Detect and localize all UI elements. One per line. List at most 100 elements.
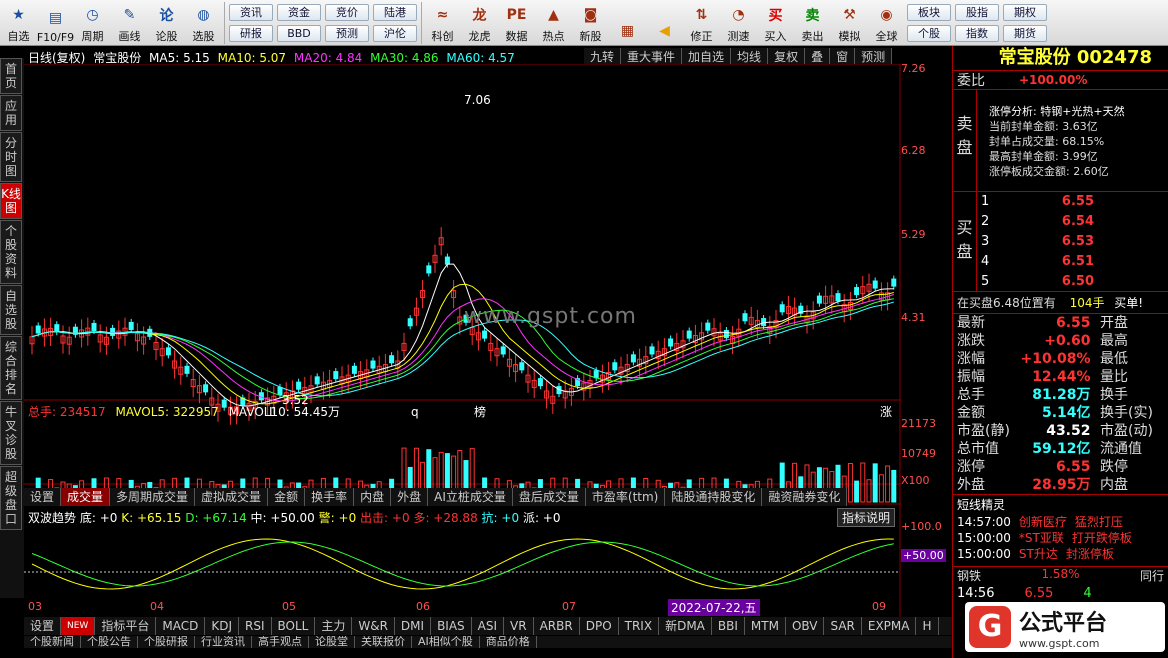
- indicator-tab[interactable]: 主力: [315, 617, 353, 635]
- indicator-tab[interactable]: 指标平台: [95, 617, 157, 635]
- sidebar-item[interactable]: 综合排名: [0, 336, 22, 400]
- indicator-tab[interactable]: ASI: [472, 617, 505, 635]
- volume-tab[interactable]: 内盘: [354, 488, 392, 506]
- toolbar-star-button[interactable]: ★ 自选: [0, 0, 37, 46]
- toolbar-grid-button[interactable]: ▦: [609, 0, 646, 46]
- buy-row[interactable]: 2 6.54: [977, 212, 1168, 232]
- indicator-tab[interactable]: W&R: [352, 617, 395, 635]
- info-tab[interactable]: 商品价格: [480, 636, 537, 648]
- indicator-tab[interactable]: DMI: [395, 617, 432, 635]
- sidebar-item[interactable]: 牛叉诊股: [0, 401, 22, 465]
- volume-tab[interactable]: 市盈率(ttm): [586, 488, 666, 506]
- pen-icon: ✎: [123, 7, 136, 23]
- indicator-tab[interactable]: MTM: [745, 617, 786, 635]
- toolbar-clock-button[interactable]: ◷ 周期: [74, 0, 111, 46]
- toolbar-small-button[interactable]: 个股: [907, 24, 951, 42]
- toolbar-small-button[interactable]: 期权: [1003, 3, 1047, 21]
- kline-chart[interactable]: 7.063.52q 榜涨L: [24, 64, 901, 624]
- volume-tab[interactable]: AI立桩成交量: [428, 488, 513, 506]
- news-item[interactable]: 14:57:00 创新医疗 猛烈打压: [953, 514, 1168, 530]
- info-tab[interactable]: AI相似个股: [412, 636, 480, 648]
- volume-tab[interactable]: 融资融券变化: [762, 488, 848, 506]
- indicator-tab[interactable]: EXPMA: [862, 617, 917, 635]
- indicator-tab[interactable]: H: [916, 617, 939, 635]
- toolbar-small-button[interactable]: 沪伦: [373, 24, 417, 42]
- toolbar-small-button[interactable]: 指数: [955, 24, 999, 42]
- indicator-tab[interactable]: 新DMA: [659, 617, 712, 635]
- info-tab[interactable]: 个股新闻: [24, 636, 81, 648]
- volume-tab[interactable]: 外盘: [391, 488, 429, 506]
- news-item[interactable]: 15:00:00 ST升达 封涨停板: [953, 546, 1168, 562]
- indicator-tab[interactable]: NEW: [61, 617, 96, 635]
- toolbar-hot-button[interactable]: ▲ 热点: [535, 0, 572, 46]
- volume-tab[interactable]: 成交量: [61, 488, 111, 506]
- toolbar-small-button[interactable]: 板块: [907, 3, 951, 21]
- toolbar-small-button[interactable]: 期货: [1003, 24, 1047, 42]
- volume-tab[interactable]: 换手率: [305, 488, 355, 506]
- sidebar-item[interactable]: K线图: [0, 183, 22, 219]
- buy-row[interactable]: 5 6.50: [977, 272, 1168, 292]
- sidebar-item[interactable]: 首页: [0, 58, 22, 94]
- volume-tab[interactable]: 多周期成交量: [110, 488, 196, 506]
- toolbar-small-button[interactable]: 资金: [277, 3, 321, 21]
- toolbar-timer-button[interactable]: ◔ 测速: [720, 0, 757, 46]
- toolbar-gauge-button[interactable]: ◍ 选股: [185, 0, 222, 46]
- buy-row[interactable]: 3 6.53: [977, 232, 1168, 252]
- sidebar-item[interactable]: 个股资料: [0, 220, 22, 284]
- info-tab[interactable]: 行业资讯: [195, 636, 252, 648]
- indicator-tab[interactable]: DPO: [580, 617, 619, 635]
- toolbar-pen-button[interactable]: ✎ 画线: [111, 0, 148, 46]
- toolbar-updown-button[interactable]: ⇅ 修正: [683, 0, 720, 46]
- toolbar-small-button[interactable]: 竞价: [325, 3, 369, 21]
- sidebar-item[interactable]: 自选股: [0, 285, 22, 335]
- toolbar-pe-button[interactable]: PE 数据: [498, 0, 535, 46]
- sidebar-item[interactable]: 分时图: [0, 132, 22, 182]
- indicator-tab[interactable]: BIAS: [431, 617, 472, 635]
- toolbar-small-button[interactable]: 研报: [229, 24, 273, 42]
- toolbar-discuss-button[interactable]: 论论股: [148, 0, 185, 46]
- sidebar-item[interactable]: 超级盘口: [0, 466, 22, 530]
- indicator-tab[interactable]: MACD: [156, 617, 206, 635]
- indicator-tab[interactable]: BOLL: [272, 617, 316, 635]
- toolbar-small-button[interactable]: 股指: [955, 3, 999, 21]
- toolbar-small-button[interactable]: 预测: [325, 24, 369, 42]
- indicator-tab[interactable]: VR: [504, 617, 534, 635]
- toolbar-small-button[interactable]: 资讯: [229, 3, 273, 21]
- volume-tab[interactable]: 设置: [24, 488, 62, 506]
- info-tab[interactable]: 论股堂: [309, 636, 355, 648]
- toolbar-ipo-button[interactable]: ◙ 新股: [572, 0, 609, 46]
- indicator-tab[interactable]: TRIX: [619, 617, 660, 635]
- volume-tab[interactable]: 金额: [268, 488, 306, 506]
- sidebar-item[interactable]: 应用: [0, 95, 22, 131]
- toolbar-sell-button[interactable]: 卖卖出: [794, 0, 831, 46]
- toolbar-globe-button[interactable]: ◉ 全球: [868, 0, 905, 46]
- volume-tab[interactable]: 陆股通持股变化: [665, 488, 763, 506]
- toolbar-back-arrow-button[interactable]: ◀: [646, 0, 683, 46]
- toolbar-small-button[interactable]: 陆港: [373, 3, 417, 21]
- indicator-help-button[interactable]: 指标说明: [837, 508, 896, 527]
- ma30-label: MA30: 4.86: [370, 51, 439, 65]
- toolbar-info-button[interactable]: ▤ F10/F9: [37, 0, 74, 46]
- indicator-tab[interactable]: KDJ: [205, 617, 239, 635]
- toolbar-small-button[interactable]: BBD: [277, 24, 321, 42]
- toolbar-dragon-button[interactable]: 龙龙虎: [461, 0, 498, 46]
- buy-row[interactable]: 1 6.55: [977, 192, 1168, 212]
- info-tab[interactable]: 高手观点: [252, 636, 309, 648]
- volume-tab[interactable]: 盘后成交量: [513, 488, 586, 506]
- toolbar-buy-button[interactable]: 买买入: [757, 0, 794, 46]
- news-item[interactable]: 15:00:00 *ST亚联 打开跌停板: [953, 530, 1168, 546]
- buy-row[interactable]: 4 6.51: [977, 252, 1168, 272]
- toolbar-hammer-button[interactable]: ⚒ 模拟: [831, 0, 868, 46]
- toolbar-chart-button[interactable]: ≈ 科创: [424, 0, 461, 46]
- info-tab[interactable]: 关联报价: [355, 636, 412, 648]
- indicator-tab[interactable]: BBI: [712, 617, 745, 635]
- indicator-tab[interactable]: SAR: [824, 617, 862, 635]
- info-tab[interactable]: 个股研报: [138, 636, 195, 648]
- indicator-tab[interactable]: ARBR: [534, 617, 580, 635]
- info-tab[interactable]: 个股公告: [81, 636, 138, 648]
- stat-label: 最低: [1100, 351, 1128, 367]
- indicator-tab[interactable]: 设置: [24, 617, 62, 635]
- volume-tab[interactable]: 虚拟成交量: [195, 488, 269, 506]
- indicator-tab[interactable]: OBV: [786, 617, 825, 635]
- indicator-tab[interactable]: RSI: [239, 617, 272, 635]
